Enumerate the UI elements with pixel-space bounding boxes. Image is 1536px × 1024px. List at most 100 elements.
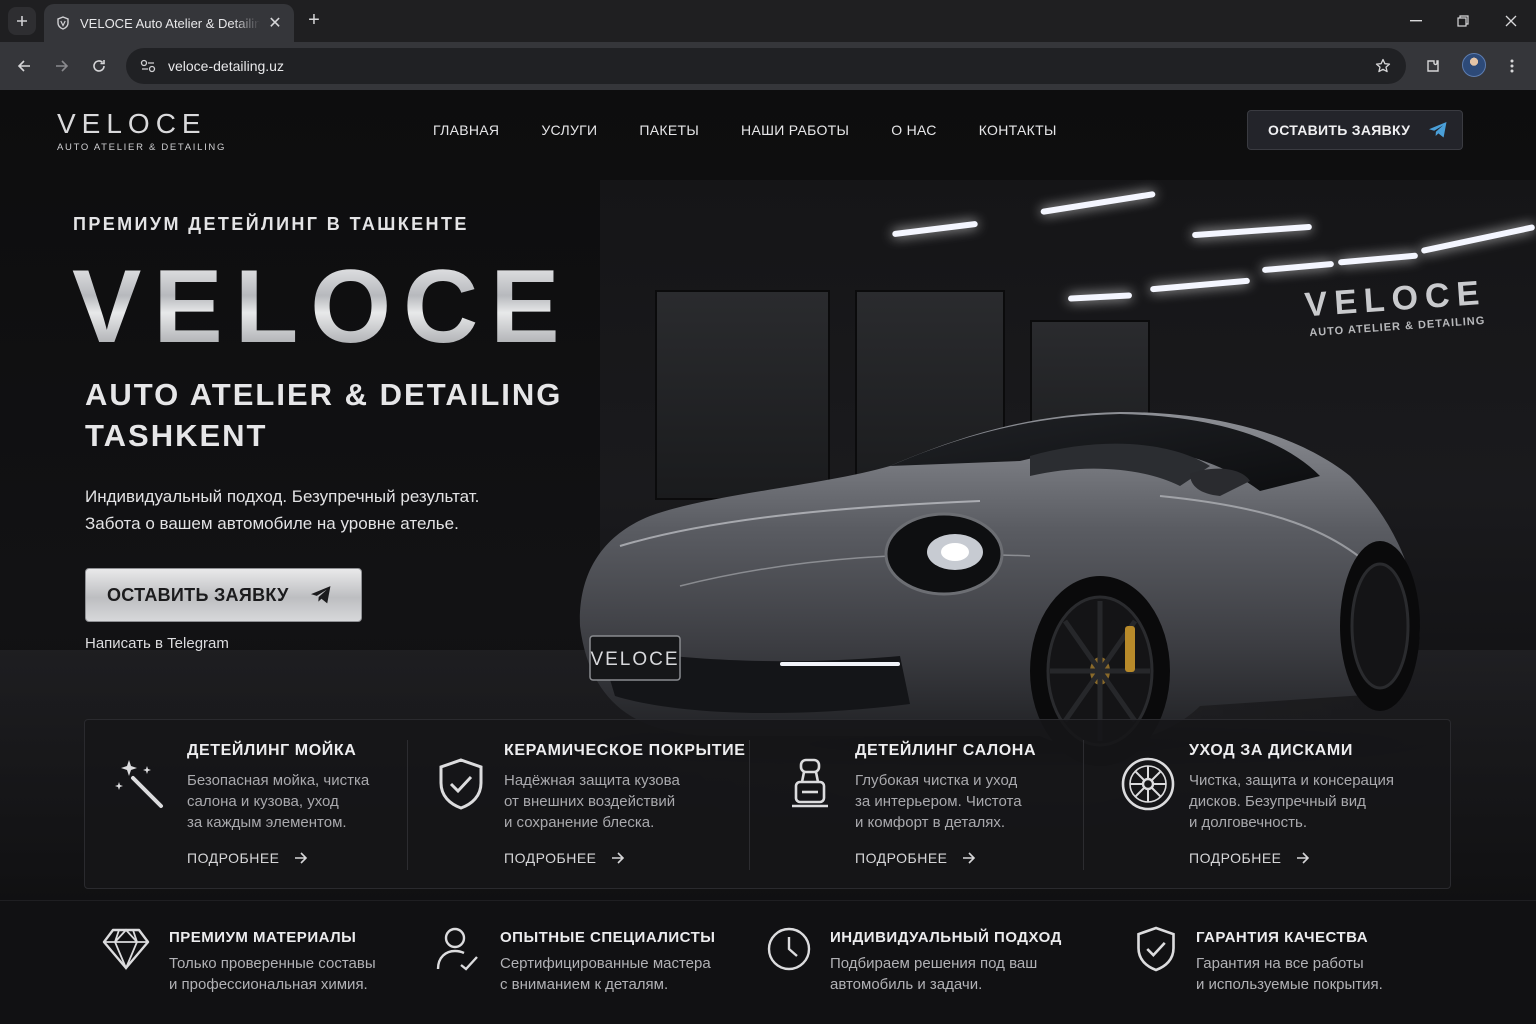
service-description: Безопасная мойка, чистка салона и кузова… xyxy=(187,770,407,833)
back-icon[interactable] xyxy=(12,54,36,78)
service-card[interactable]: КЕРАМИЧЕСКОЕ ПОКРЫТИЕ Надёжная защита ку… xyxy=(408,720,749,890)
brand-title: VELOCE xyxy=(57,108,207,139)
site-header: VELOCE AUTO ATELIER & DETAILING ГЛАВНАЯ … xyxy=(0,90,1536,170)
hero-subtitle-line: AUTO ATELIER & DETAILING xyxy=(85,377,563,412)
tab-close-icon[interactable]: ✕ xyxy=(266,13,284,33)
service-description-line: за интерьером. Чистота xyxy=(855,793,1022,810)
bookmark-star-icon[interactable] xyxy=(1372,55,1394,77)
minimize-icon[interactable] xyxy=(1404,10,1428,32)
browser-menu-icon[interactable] xyxy=(1500,54,1524,78)
service-description-line: Глубокая чистка и уход xyxy=(855,772,1018,789)
site-info-icon[interactable] xyxy=(138,56,158,76)
header-request-button[interactable]: ОСТАВИТЬ ЗАЯВКУ xyxy=(1247,110,1463,150)
hero-request-label: ОСТАВИТЬ ЗАЯВКУ xyxy=(107,584,289,605)
site-favicon-icon xyxy=(54,14,72,32)
feature-title: ОПЫТНЫЕ СПЕЦИАЛИСТЫ xyxy=(500,929,716,946)
service-description-line: дисков. Безупречный вид xyxy=(1189,793,1366,810)
browser-toolbar: veloce-detailing.uz xyxy=(0,42,1536,90)
service-description-line: и долговечность. xyxy=(1189,814,1307,831)
service-more-label: ПОДРОБНЕЕ xyxy=(504,850,597,866)
browser-tab-bar: VELOCE Auto Atelier & Detailing ✕ + xyxy=(0,0,1536,42)
service-title: ДЕТЕЙЛИНГ МОЙКА xyxy=(187,742,357,759)
feature-description: Гарантия на все работы и используемые по… xyxy=(1196,953,1456,995)
hero-description: Индивидуальный подход. Безупречный резул… xyxy=(85,483,479,537)
tab-search-icon xyxy=(17,16,27,26)
nav-about[interactable]: О НАС xyxy=(891,122,937,138)
extensions-icon[interactable] xyxy=(1421,54,1445,78)
service-title: ДЕТЕЙЛИНГ САЛОНА xyxy=(855,742,1037,759)
diamond-icon xyxy=(100,923,152,975)
restore-icon[interactable] xyxy=(1451,10,1475,32)
car-seat-icon xyxy=(780,754,840,814)
telegram-icon xyxy=(1428,121,1448,139)
service-title: УХОД ЗА ДИСКАМИ xyxy=(1189,742,1353,759)
car-image: VELOCE xyxy=(560,412,1440,766)
service-description-line: за каждым элементом. xyxy=(187,814,347,831)
website-page: VELOCE AUTO ATELIER & DETAILING VELOCE V… xyxy=(0,90,1536,1024)
feature-title: ПРЕМИУМ МАТЕРИАЛЫ xyxy=(169,929,357,946)
features-bar: ПРЕМИУМ МАТЕРИАЛЫ Только проверенные сос… xyxy=(0,900,1536,1024)
nav-home[interactable]: ГЛАВНАЯ xyxy=(433,122,499,138)
address-url[interactable]: veloce-detailing.uz xyxy=(168,58,284,74)
feature-description-line: Только проверенные составы xyxy=(169,955,376,972)
feature-title: ГАРАНТИЯ КАЧЕСТВА xyxy=(1196,929,1369,946)
service-card[interactable]: ДЕТЕЙЛИНГ МОЙКА Безопасная мойка, чистка… xyxy=(85,720,407,890)
forward-icon[interactable] xyxy=(50,54,74,78)
feature-description: Только проверенные составы и профессиона… xyxy=(169,953,429,995)
feature-description-line: с вниманием к деталям. xyxy=(500,976,669,993)
send-icon xyxy=(309,585,333,605)
brand-subtitle: AUTO ATELIER & DETAILING xyxy=(57,142,227,153)
shield-check-icon xyxy=(431,754,491,814)
feature-description-line: и используемые покрытия. xyxy=(1196,976,1383,993)
service-description: Глубокая чистка и уход за интерьером. Чи… xyxy=(855,770,1075,833)
rear-wheel xyxy=(1340,541,1420,711)
hero-title: VELOCE xyxy=(72,249,572,365)
hero-description-line: Индивидуальный подход. Безупречный резул… xyxy=(85,487,480,506)
service-more-link[interactable]: ПОДРОБНЕЕ xyxy=(187,850,308,866)
new-tab-icon[interactable]: + xyxy=(302,9,326,33)
hero-request-button[interactable]: ОСТАВИТЬ ЗАЯВКУ xyxy=(85,568,362,622)
clock-icon xyxy=(763,923,815,975)
hero-description-line: Забота о вашем автомобиле на уровне ател… xyxy=(85,514,459,533)
nav-works[interactable]: НАШИ РАБОТЫ xyxy=(741,122,849,138)
telegram-link[interactable]: Написать в Telegram xyxy=(85,635,229,652)
service-description: Надёжная защита кузова от внешних воздей… xyxy=(504,770,724,833)
license-plate-text: VELOCE xyxy=(590,649,679,670)
close-window-icon[interactable] xyxy=(1499,10,1523,32)
main-nav: ГЛАВНАЯ УСЛУГИ ПАКЕТЫ НАШИ РАБОТЫ О НАС … xyxy=(433,122,1099,138)
service-more-link[interactable]: ПОДРОБНЕЕ xyxy=(504,850,625,866)
arrow-right-icon xyxy=(294,852,308,864)
feature-description-line: Подбираем решения под ваш xyxy=(830,955,1038,972)
feature-description: Подбираем решения под ваш автомобиль и з… xyxy=(830,953,1090,995)
service-description-line: и сохранение блеска. xyxy=(504,814,655,831)
service-description-line: Безопасная мойка, чистка xyxy=(187,772,370,789)
arrow-right-icon xyxy=(611,852,625,864)
hero-kicker: ПРЕМИУМ ДЕТЕЙЛИНГ В ТАШКЕНТЕ xyxy=(73,214,469,234)
service-description-line: и комфорт в деталях. xyxy=(855,814,1005,831)
service-description-line: от внешних воздействий xyxy=(504,793,676,810)
service-more-link[interactable]: ПОДРОБНЕЕ xyxy=(855,850,976,866)
service-card[interactable]: ДЕТЕЙЛИНГ САЛОНА Глубокая чистка и уход … xyxy=(750,720,1083,890)
profile-avatar[interactable] xyxy=(1462,53,1486,77)
nav-contacts[interactable]: КОНТАКТЫ xyxy=(979,122,1057,138)
nav-packages[interactable]: ПАКЕТЫ xyxy=(639,122,699,138)
tab-search-button[interactable] xyxy=(8,7,36,35)
header-request-label: ОСТАВИТЬ ЗАЯВКУ xyxy=(1268,122,1411,138)
feature-description-line: автомобиль и задачи. xyxy=(830,976,983,993)
service-title: КЕРАМИЧЕСКОЕ ПОКРЫТИЕ xyxy=(504,742,746,759)
reload-icon[interactable] xyxy=(87,54,111,78)
magic-wand-icon xyxy=(109,754,169,814)
service-description-line: Чистка, защита и консерация xyxy=(1189,772,1394,789)
nav-services[interactable]: УСЛУГИ xyxy=(541,122,597,138)
tab-title: VELOCE Auto Atelier & Detailing xyxy=(80,15,260,31)
feature-description: Сертифицированные мастера с вниманием к … xyxy=(500,953,760,995)
hero-subtitle-line: TASHKENT xyxy=(85,418,268,453)
feature-description-line: и профессиональная химия. xyxy=(169,976,368,993)
browser-tab-active[interactable]: VELOCE Auto Atelier & Detailing ✕ xyxy=(44,4,294,42)
address-bar[interactable]: veloce-detailing.uz xyxy=(126,48,1406,84)
service-more-link[interactable]: ПОДРОБНЕЕ xyxy=(1189,850,1310,866)
arrow-right-icon xyxy=(962,852,976,864)
service-card[interactable]: УХОД ЗА ДИСКАМИ Чистка, защита и консера… xyxy=(1084,720,1450,890)
brand-logo[interactable]: VELOCE AUTO ATELIER & DETAILING xyxy=(57,108,226,153)
hero-subtitle: AUTO ATELIER & DETAILING TASHKENT xyxy=(85,374,562,456)
